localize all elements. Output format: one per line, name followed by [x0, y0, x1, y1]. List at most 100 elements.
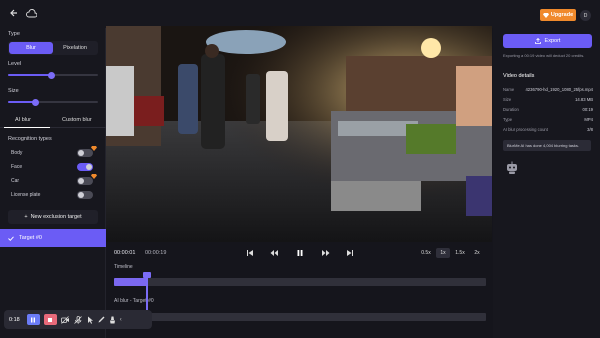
recognition-name: Face — [11, 164, 23, 170]
plus-icon: + — [24, 214, 28, 220]
speed-1-5x[interactable]: 1.5x — [453, 248, 467, 258]
type-segmented-control: Blur Pixelation — [8, 41, 98, 55]
pause-icon — [31, 317, 36, 322]
pause-icon[interactable] — [296, 249, 304, 257]
detail-type: Type MP4 — [503, 117, 593, 124]
tab-ai-blur[interactable]: AI blur — [15, 117, 31, 123]
detail-name: Name 4236790-hd_1920_1080_25fps.mp4 — [503, 87, 593, 94]
level-label: Level — [8, 61, 22, 67]
video-frame-night-market — [106, 26, 492, 242]
face-toggle[interactable] — [77, 163, 93, 171]
detail-value: 3/8 — [587, 127, 593, 132]
stop-icon — [48, 317, 53, 322]
recorder-time: 0:18 — [9, 316, 20, 323]
blur-mode-tabs: AI blur Custom blur — [0, 114, 106, 128]
current-time: 00:00:01 — [114, 250, 136, 256]
pen-icon[interactable] — [98, 316, 105, 324]
ai-blur-track[interactable] — [114, 313, 486, 321]
detail-value: 14.83 MB — [575, 97, 593, 102]
speed-1x[interactable]: 1x — [436, 248, 450, 258]
toggle-knob — [86, 164, 92, 170]
skip-to-end-icon[interactable] — [346, 249, 354, 257]
export-label: Export — [544, 38, 561, 44]
active-tab-underline — [4, 127, 50, 128]
tab-custom-blur[interactable]: Custom blur — [62, 117, 92, 123]
recognition-name: Body — [11, 150, 23, 156]
video-preview[interactable] — [106, 26, 492, 242]
pause-record-button[interactable] — [26, 314, 40, 325]
recognition-name: Car — [11, 178, 20, 184]
size-label: Size — [8, 88, 19, 94]
type-option-blur[interactable]: Blur — [9, 42, 53, 54]
detail-duration: Duration 00:19 — [503, 107, 593, 114]
fast-forward-icon[interactable] — [322, 249, 330, 257]
speed-2x[interactable]: 2x — [470, 248, 484, 258]
tasks-done-badge: BlurMe AI has done 4,004 blurring tasks. — [503, 140, 591, 151]
premium-gem-icon — [91, 146, 97, 151]
detail-value: MP4 — [584, 117, 593, 122]
level-slider-knob[interactable] — [47, 71, 55, 79]
detail-key: AI blur processing count — [503, 127, 548, 132]
recognition-row-car: Car — [11, 174, 101, 186]
size-slider[interactable] — [8, 98, 98, 106]
recognition-row-face: Face — [11, 163, 101, 172]
level-slider[interactable] — [8, 71, 98, 79]
mic-off-icon[interactable] — [73, 315, 83, 324]
speed-0-5x[interactable]: 0.5x — [419, 248, 433, 258]
upgrade-button[interactable]: Upgrade — [540, 9, 576, 21]
export-credit-note: Exporting a 00:19 video will deduct 20 c… — [503, 53, 585, 58]
recorder-toolbar: 0:18 ‹ — [4, 310, 152, 329]
export-button[interactable]: Export — [503, 34, 592, 48]
gem-icon — [542, 12, 549, 18]
type-option-pixelation[interactable]: Pixelation — [53, 42, 97, 54]
top-bar: Upgrade D — [0, 0, 600, 28]
player-controls: 00:00:01 00:00:19 0.5x 1x 1.5x 2x Timeli… — [106, 242, 492, 338]
highlighter-icon[interactable] — [109, 316, 116, 324]
recognition-types-label: Recognition types — [8, 136, 52, 142]
video-details-title: Video details — [503, 73, 535, 79]
new-target-label: New exclusion target — [30, 214, 82, 220]
avatar[interactable]: D — [580, 10, 591, 21]
toggle-knob — [78, 178, 84, 184]
right-panel: Export Exporting a 00:19 video will dedu… — [493, 28, 600, 338]
total-time: 00:00:19 — [145, 250, 167, 256]
detail-key: Duration — [503, 107, 519, 112]
level-slider-fill — [8, 74, 52, 76]
license-plate-toggle[interactable] — [77, 191, 93, 199]
stop-record-button[interactable] — [43, 314, 57, 325]
recognition-row-body: Body — [11, 146, 101, 158]
check-icon — [8, 235, 14, 241]
timeline-progress — [114, 278, 148, 286]
size-slider-knob[interactable] — [31, 98, 39, 106]
timeline-track[interactable] — [114, 278, 486, 286]
new-exclusion-target-button[interactable]: + New exclusion target — [8, 210, 98, 224]
detail-size: Size 14.83 MB — [503, 97, 593, 104]
detail-key: Name — [503, 87, 515, 92]
cursor-icon[interactable] — [87, 316, 94, 324]
size-slider-fill — [8, 101, 35, 103]
recognition-row-license-plate: License plate — [11, 191, 101, 200]
recognition-name: License plate — [11, 192, 41, 198]
cloud-icon[interactable] — [26, 9, 37, 18]
detail-value: 00:19 — [582, 107, 593, 112]
detail-key: Size — [503, 97, 512, 102]
camera-off-icon[interactable] — [60, 315, 70, 324]
back-arrow-icon[interactable] — [9, 8, 19, 18]
detail-value: 4236790-hd_1920_1080_25fps.mp4 — [525, 87, 593, 92]
robot-icon — [507, 161, 517, 174]
timeline-label: Timeline — [114, 264, 133, 270]
chevron-left-icon[interactable]: ‹ — [120, 317, 122, 323]
export-icon — [534, 38, 541, 44]
detail-key: Type — [503, 117, 513, 122]
toggle-knob — [78, 192, 84, 198]
upgrade-label: Upgrade — [550, 12, 574, 18]
toggle-knob — [78, 150, 84, 156]
target-row[interactable]: Target #0 — [0, 229, 106, 247]
left-panel: Type Blur Pixelation Level Size AI blur … — [0, 28, 106, 338]
type-label: Type — [8, 31, 20, 37]
target-label: Target #0 — [19, 235, 42, 241]
detail-processing-count: AI blur processing count 3/8 — [503, 127, 593, 134]
skip-to-start-icon[interactable] — [246, 249, 254, 257]
premium-gem-icon — [91, 174, 97, 179]
rewind-icon[interactable] — [270, 249, 278, 257]
